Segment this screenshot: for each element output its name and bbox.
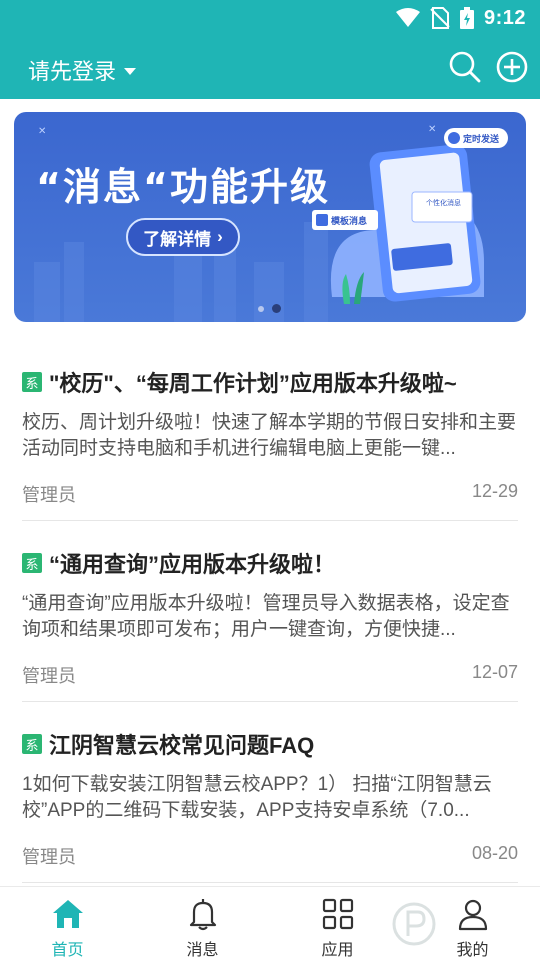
news-title: 江阴智慧云校常见问题FAQ — [49, 733, 315, 758]
nav-label-apps: 应用 — [321, 942, 354, 959]
banner-title: “消息“功能升级 — [36, 165, 330, 209]
carousel-indicator — [258, 304, 281, 313]
login-label: 请先登录 — [28, 59, 117, 84]
svg-text:✕: ✕ — [38, 126, 46, 137]
status-bar: 9:12 — [0, 0, 540, 36]
system-tag: 系 — [22, 372, 42, 392]
banner-tag-scheduled: 定时发送 — [462, 133, 500, 145]
nav-item-apps[interactable]: 应用 — [270, 887, 405, 960]
banner-tag-personal: 个性化消息 — [426, 198, 461, 207]
wifi-icon — [395, 8, 420, 27]
banner-tag-template: 模板消息 — [331, 215, 367, 227]
carousel-dot-active[interactable] — [272, 304, 281, 313]
news-title: “通用查询”应用版本升级啦！ — [49, 552, 336, 577]
news-title-row: 系 江阴智慧云校常见问题FAQ — [22, 728, 314, 760]
login-button[interactable]: 请先登录 — [28, 54, 137, 86]
system-tag: 系 — [22, 553, 42, 573]
news-date: 12-29 — [471, 481, 518, 501]
news-title: "校历"、“每周工作计划”应用版本升级啦~ — [49, 371, 457, 396]
news-list: 系 "校历"、“每周工作计划”应用版本升级啦~ 校历、周计划升级啦！快速了解本学… — [22, 340, 518, 883]
banner-illustration: 个性化消息 定时发送 模板消息 ✕ ✕ — [34, 124, 508, 322]
chevron-right-icon: › — [217, 227, 223, 246]
svg-text:✕: ✕ — [428, 124, 436, 135]
caret-down-icon — [124, 67, 137, 75]
add-circle-icon[interactable] — [495, 50, 529, 84]
news-author: 管理员 — [22, 666, 76, 686]
status-time: 9:12 — [483, 6, 526, 29]
news-author: 管理员 — [22, 485, 76, 505]
news-title-row: 系 “通用查询”应用版本升级啦！ — [22, 547, 335, 579]
nav-item-messages[interactable]: 消息 — [135, 887, 270, 960]
watermark-logo — [392, 902, 436, 946]
news-summary: “通用查询”应用版本升级啦！管理员导入数据表格，设定查询项和结果项即可发布；用户… — [22, 593, 510, 640]
nav-label-messages: 消息 — [186, 942, 219, 959]
no-sim-icon — [430, 7, 450, 29]
bell-icon — [189, 899, 216, 931]
system-tag: 系 — [22, 734, 42, 754]
learn-more-button[interactable]: 了解详情 › — [126, 218, 240, 256]
news-title-row: 系 "校历"、“每周工作计划”应用版本升级啦~ — [22, 366, 457, 398]
grid-icon — [322, 898, 353, 930]
learn-more-label: 了解详情 — [143, 229, 212, 249]
home-icon — [52, 900, 83, 928]
news-date: 12-07 — [471, 662, 518, 682]
news-item[interactable]: 系 "校历"、“每周工作计划”应用版本升级啦~ 校历、周计划升级啦！快速了解本学… — [22, 340, 518, 521]
news-summary: 校历、周计划升级啦！快速了解本学期的节假日安排和主要活动同时支持电脑和手机进行编… — [22, 412, 517, 459]
news-date: 08-20 — [471, 843, 518, 863]
news-item[interactable]: 系 江阴智慧云校常见问题FAQ 1如何下载安装江阴智慧云校APP？1） 扫描“江… — [22, 702, 518, 883]
app-bar: 请先登录 — [0, 36, 540, 99]
promo-banner[interactable]: 个性化消息 定时发送 模板消息 ✕ ✕ “消息“功能升级 了解详情 › — [14, 112, 526, 322]
carousel-dot[interactable] — [258, 305, 264, 312]
nav-item-home[interactable]: 首页 — [0, 887, 135, 960]
search-icon[interactable] — [448, 50, 482, 84]
news-author: 管理员 — [22, 847, 76, 867]
news-summary: 1如何下载安装江阴智慧云校APP？1） 扫描“江阴智慧云校”APP的二维码下载安… — [22, 774, 492, 821]
battery-charging-icon — [459, 7, 474, 29]
status-icons: 9:12 — [395, 6, 526, 30]
nav-label-home: 首页 — [51, 942, 84, 959]
news-item[interactable]: 系 “通用查询”应用版本升级啦！ “通用查询”应用版本升级啦！管理员导入数据表格… — [22, 521, 518, 702]
